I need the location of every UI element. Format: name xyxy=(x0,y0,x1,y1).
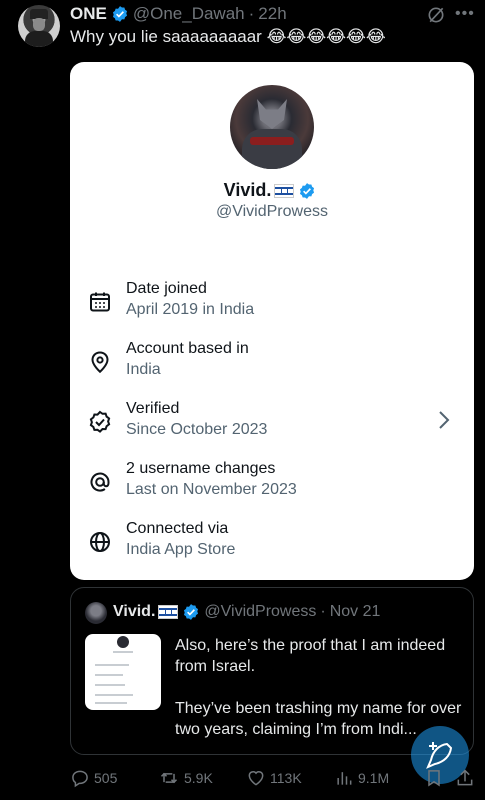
info-value: India App Store xyxy=(126,541,236,558)
bookmark-button[interactable] xyxy=(424,765,448,791)
quoted-post-header: Vivid. @VividProwess · Nov 21 xyxy=(113,603,380,621)
globe-icon xyxy=(90,532,110,552)
calendar-icon xyxy=(90,292,110,312)
verified-badge-icon xyxy=(112,6,127,22)
info-value: Last on November 2023 xyxy=(126,481,297,498)
verified-outline-icon xyxy=(89,410,111,433)
verified-badge-icon xyxy=(300,182,315,199)
location-icon xyxy=(91,351,109,374)
author-name[interactable]: ONE xyxy=(70,4,107,24)
like-count: 113K xyxy=(270,770,302,786)
info-row-account-based: Account based in India xyxy=(70,336,474,396)
quoted-post-image[interactable] xyxy=(85,634,161,710)
info-label: Account based in xyxy=(126,340,249,357)
info-label: Verified xyxy=(126,400,180,417)
info-value: Since October 2023 xyxy=(126,421,268,438)
profile-avatar xyxy=(230,85,314,169)
post-time[interactable]: 22h xyxy=(258,4,286,24)
reply-count: 505 xyxy=(94,770,118,786)
heart-icon xyxy=(248,771,264,786)
chevron-right-icon[interactable] xyxy=(436,408,452,432)
views-button[interactable]: 9.1M xyxy=(334,765,389,791)
more-options-icon[interactable]: ••• xyxy=(455,4,474,24)
reply-button[interactable]: 505 xyxy=(70,765,117,791)
bookmark-icon xyxy=(428,770,440,787)
info-label: 2 username changes xyxy=(126,460,276,477)
quoted-author-avatar[interactable] xyxy=(85,602,107,624)
views-icon xyxy=(337,772,352,785)
info-row-verified[interactable]: Verified Since October 2023 xyxy=(70,396,474,456)
quoted-author-handle[interactable]: @VividProwess xyxy=(204,603,316,621)
separator-dot: · xyxy=(248,4,255,23)
reply-icon xyxy=(72,770,88,788)
info-row-username-changes: 2 username changes Last on November 2023 xyxy=(70,456,474,516)
grok-icon[interactable] xyxy=(426,5,446,25)
quoted-text-paragraph-1: Also, here’s the proof that I am indeed … xyxy=(175,637,446,675)
quoted-post-date[interactable]: Nov 21 xyxy=(330,603,381,621)
share-icon xyxy=(457,769,473,786)
info-label: Date joined xyxy=(126,280,207,297)
separator-dot: · xyxy=(320,603,326,620)
post-header: ONE @One_Dawah · 22h xyxy=(70,4,287,24)
quoted-author-name[interactable]: Vivid. xyxy=(113,603,155,621)
author-avatar[interactable] xyxy=(18,5,60,47)
repost-button[interactable]: 5.9K xyxy=(158,765,213,791)
post-text: Why you lie saaaaaaaaar 😂😂😂😂😂😂 xyxy=(70,27,386,46)
views-count: 9.1M xyxy=(358,770,390,786)
profile-name: Vivid. xyxy=(223,180,272,200)
profile-info-card[interactable]: Vivid. @VividProwess Date joined April 2… xyxy=(70,62,474,580)
info-row-connected-via: Connected via India App Store xyxy=(70,516,474,576)
info-label: Connected via xyxy=(126,520,229,537)
author-handle[interactable]: @One_Dawah xyxy=(133,4,245,24)
israel-flag-icon xyxy=(274,183,295,198)
verified-badge-icon xyxy=(184,604,199,620)
like-button[interactable]: 113K xyxy=(246,765,302,791)
israel-flag-icon xyxy=(158,605,179,619)
action-bar: 505 5.9K 113K 9.1M xyxy=(0,765,485,793)
profile-handle: @VividProwess xyxy=(216,203,328,220)
info-value: April 2019 in India xyxy=(126,301,255,318)
profile-name-row: Vivid. xyxy=(70,180,474,201)
repost-icon xyxy=(160,772,178,784)
info-row-date-joined: Date joined April 2019 in India xyxy=(70,276,474,336)
at-icon xyxy=(90,472,110,492)
info-value: India xyxy=(126,361,161,378)
repost-count: 5.9K xyxy=(184,770,213,786)
share-button[interactable] xyxy=(455,765,479,791)
